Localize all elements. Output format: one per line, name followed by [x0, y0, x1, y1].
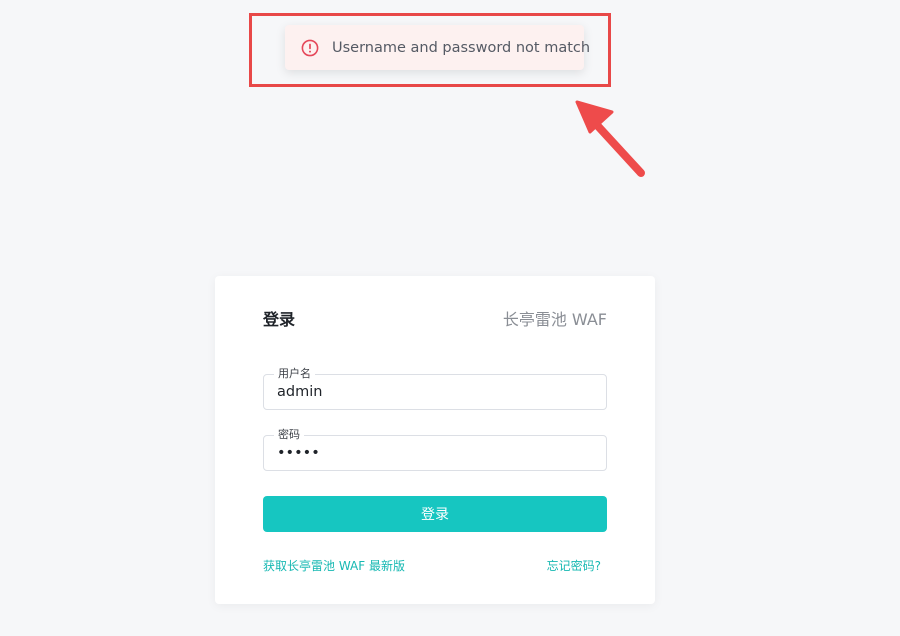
password-input[interactable] — [264, 436, 606, 470]
alert-circle-icon — [301, 39, 319, 57]
login-card: 登录 长亭雷池 WAF 用户名 密码 登录 获取长亭雷池 WAF 最新版 忘记密… — [215, 276, 655, 604]
get-latest-version-link[interactable]: 获取长亭雷池 WAF 最新版 — [263, 557, 405, 574]
password-field: 密码 — [263, 428, 607, 471]
toast-message: Username and password not match — [332, 39, 591, 56]
brand-name: 长亭雷池 WAF — [502, 310, 607, 329]
username-field: 用户名 — [263, 367, 607, 410]
login-title: 登录 — [263, 310, 296, 329]
annotation-arrow-icon — [575, 100, 645, 177]
error-toast: Username and password not match — [285, 25, 590, 70]
forgot-password-link[interactable]: 忘记密码? — [547, 557, 601, 574]
username-input[interactable] — [264, 375, 606, 409]
login-button[interactable]: 登录 — [263, 496, 607, 532]
